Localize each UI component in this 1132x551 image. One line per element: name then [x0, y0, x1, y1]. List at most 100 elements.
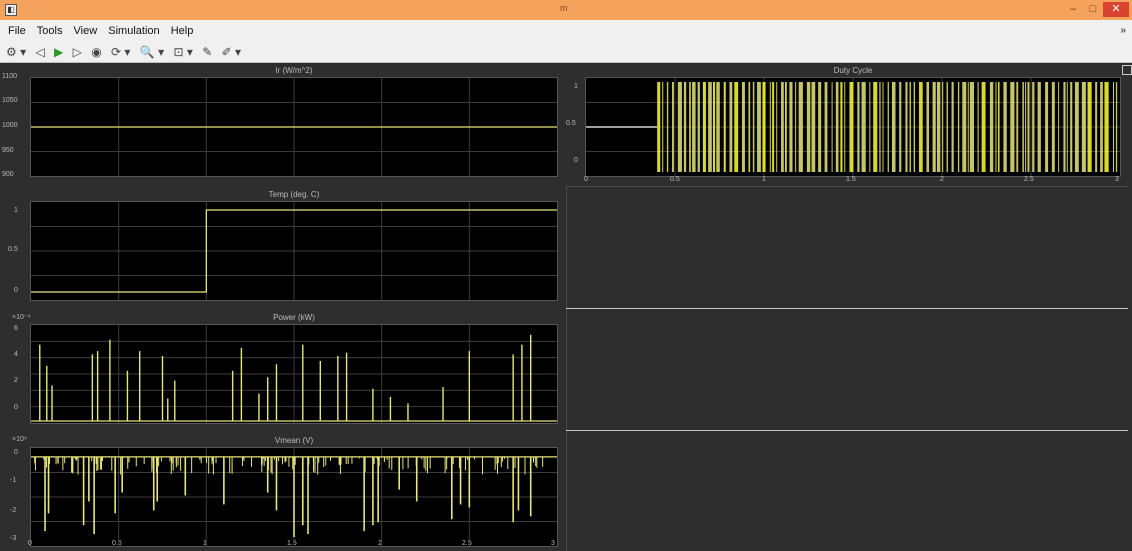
- duty-pulse: [723, 82, 726, 172]
- duty-pulse: [989, 82, 994, 172]
- duty-pulse: [1074, 82, 1079, 172]
- duty-pulse: [772, 82, 775, 172]
- close-button[interactable]: ✕: [1103, 2, 1129, 17]
- duty-pulse: [1087, 82, 1092, 172]
- duty-pulse: [798, 82, 803, 172]
- duty-pulse: [769, 82, 771, 172]
- duty-pulse: [899, 82, 902, 172]
- cursor-dropdown-icon[interactable]: ✐ ▾: [222, 42, 241, 62]
- duty-pulse: [697, 82, 700, 172]
- duty-pulse: [781, 82, 784, 172]
- settings-dropdown-icon[interactable]: ⚙ ▾: [6, 42, 26, 62]
- duty-pulse: [757, 82, 761, 172]
- duty-pulse: [905, 82, 908, 172]
- duty-pulse: [1025, 82, 1027, 172]
- duty-pulse: [795, 82, 797, 172]
- duty-pulse: [784, 82, 787, 172]
- duty-pulse: [683, 82, 687, 172]
- duty-pulse: [657, 82, 661, 172]
- stop-icon[interactable]: ◉: [91, 42, 101, 62]
- duty-pulse: [932, 82, 936, 172]
- duty-pulse: [806, 82, 811, 172]
- duty-pulse: [752, 82, 755, 172]
- duty-pulse: [1066, 82, 1068, 172]
- duty-pulse: [692, 82, 696, 172]
- duty-pulse: [1022, 82, 1024, 172]
- duty-pulse: [662, 82, 664, 172]
- step-forward-icon[interactable]: ▷: [73, 42, 82, 62]
- window-titlebar: ◧ m – □ ✕: [0, 0, 1132, 20]
- chevron-icon[interactable]: »: [1120, 20, 1126, 42]
- duty-pulse: [882, 82, 884, 172]
- duty-pulse: [977, 82, 979, 172]
- maximize-button[interactable]: □: [1083, 2, 1103, 17]
- duty-pulse: [835, 82, 839, 172]
- duty-pulse: [1010, 82, 1015, 172]
- menu-file[interactable]: File: [8, 20, 26, 42]
- window-title: m: [560, 3, 568, 13]
- duty-pulse: [962, 82, 967, 172]
- duty-pulse: [887, 82, 889, 172]
- minimize-button[interactable]: –: [1063, 2, 1083, 17]
- duty-pulse: [748, 82, 751, 172]
- duty-pulse: [919, 82, 923, 172]
- duty-pulse: [1063, 82, 1066, 172]
- duty-pulse: [1032, 82, 1035, 172]
- duty-pulse: [1100, 82, 1103, 172]
- duty-pulse: [1016, 82, 1019, 172]
- duty-pulse: [1112, 82, 1114, 172]
- duty-pulse: [849, 82, 854, 172]
- duty-pulse: [702, 82, 706, 172]
- duty-pulse: [789, 82, 793, 172]
- duty-pulse: [818, 82, 822, 172]
- duty-pulse: [689, 82, 691, 172]
- menu-bar: File Tools View Simulation Help »: [0, 20, 1132, 42]
- trigger-icon[interactable]: ✎: [202, 42, 212, 62]
- duty-pulse: [861, 82, 866, 172]
- menu-view[interactable]: View: [74, 20, 98, 42]
- duty-pulse: [1003, 82, 1007, 172]
- duty-pulse: [969, 82, 975, 172]
- duty-pulse: [666, 82, 669, 172]
- duty-pulse: [891, 82, 896, 172]
- duty-pulse: [1115, 82, 1118, 172]
- menu-help[interactable]: Help: [171, 20, 194, 42]
- duty-pulse: [1051, 82, 1055, 172]
- duty-pulse: [741, 82, 745, 172]
- duty-pulse: [1081, 82, 1086, 172]
- duty-pulse: [776, 82, 778, 172]
- run-icon[interactable]: ▶: [54, 42, 63, 62]
- duty-pulse: [951, 82, 954, 172]
- duty-pulse: [1070, 82, 1073, 172]
- duty-pulse: [712, 82, 716, 172]
- menu-simulation[interactable]: Simulation: [108, 20, 159, 42]
- duty-pulse: [1027, 82, 1030, 172]
- duty-pulse: [967, 82, 969, 172]
- duty-pulse: [1104, 82, 1109, 172]
- duty-pulse: [1058, 82, 1060, 172]
- duty-pulse: [942, 82, 944, 172]
- duty-pulse: [946, 82, 948, 172]
- duty-pulse: [844, 82, 846, 172]
- menu-tools[interactable]: Tools: [37, 20, 63, 42]
- duty-pulse: [957, 82, 960, 172]
- autoscale-dropdown-icon[interactable]: ⊡ ▾: [173, 42, 192, 62]
- duty-pulse: [913, 82, 916, 172]
- duty-pulse: [811, 82, 816, 172]
- duty-pulse: [869, 82, 871, 172]
- zoom-dropdown-icon[interactable]: 🔍 ▾: [140, 42, 164, 62]
- scope-icon: ◧: [5, 4, 17, 16]
- highlight-dropdown-icon[interactable]: ⟳ ▾: [111, 42, 130, 62]
- duty-pulse: [1095, 82, 1098, 172]
- scope-area: Ir (W/m^2) 1100 1050 1000 950 900 Temp (…: [0, 63, 1132, 551]
- duty-pulse: [873, 82, 878, 172]
- duty-pulse: [936, 82, 941, 172]
- duty-pulse: [1037, 82, 1041, 172]
- step-back-icon[interactable]: ◁: [35, 42, 44, 62]
- duty-pulse: [831, 82, 833, 172]
- duty-pulse: [708, 82, 712, 172]
- toolbar: ⚙ ▾ ◁ ▶ ▷ ◉ ⟳ ▾ 🔍 ▾ ⊡ ▾ ✎ ✐ ▾: [0, 42, 1132, 63]
- duty-pulse: [879, 82, 881, 172]
- duty-pulse: [840, 82, 843, 172]
- duty-pulse: [824, 82, 828, 172]
